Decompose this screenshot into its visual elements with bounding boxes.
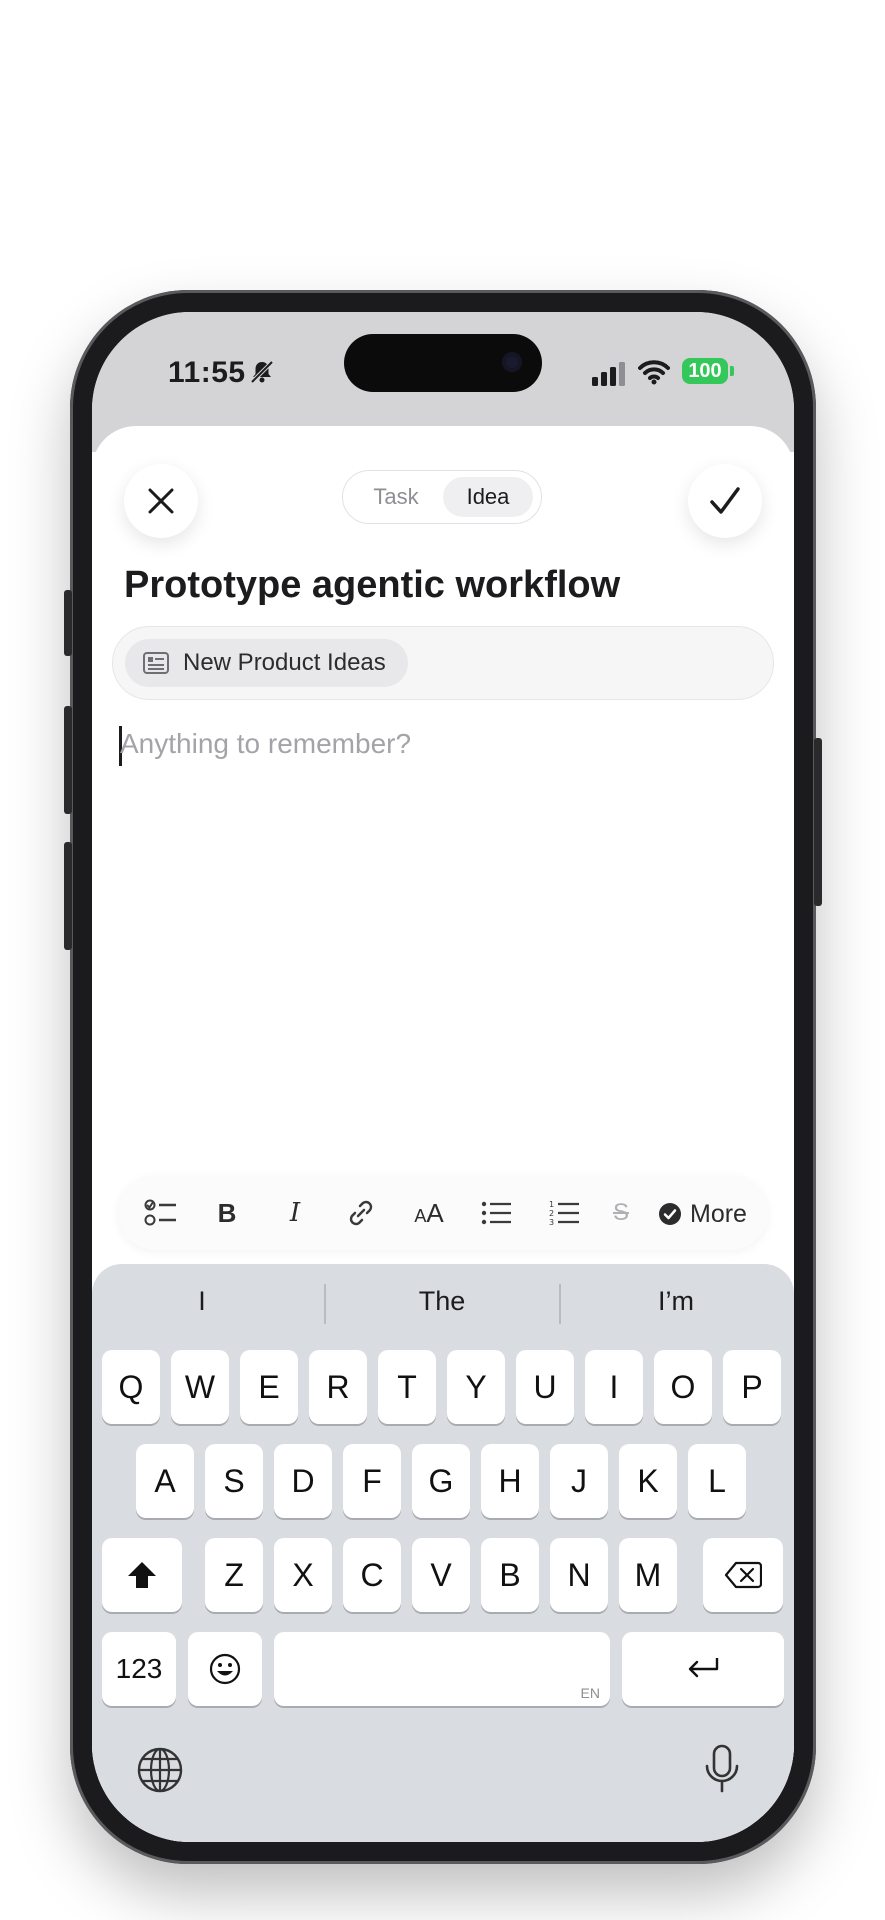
key-w[interactable]: W — [171, 1350, 229, 1424]
list-icon — [143, 652, 169, 674]
text-size-icon: AA — [414, 1197, 444, 1228]
return-icon — [688, 1658, 719, 1678]
microphone-icon[interactable] — [704, 1744, 740, 1794]
space-language-label: EN — [580, 1685, 600, 1701]
numbered-list-icon: 1 2 3 — [549, 1200, 579, 1227]
key-h[interactable]: H — [481, 1444, 539, 1518]
key-z[interactable]: Z — [205, 1538, 263, 1612]
bullet-list-button[interactable] — [476, 1192, 518, 1234]
shift-icon — [128, 1562, 156, 1588]
suggestion-3[interactable]: I’m — [566, 1286, 786, 1317]
suggestion-2[interactable]: The — [332, 1286, 552, 1317]
bold-button[interactable]: B — [206, 1192, 248, 1234]
space-key[interactable]: EN — [274, 1632, 610, 1706]
item-title[interactable]: Prototype agentic workflow — [124, 564, 620, 607]
svg-text:2: 2 — [549, 1209, 554, 1218]
wifi-icon — [638, 360, 670, 385]
close-icon — [148, 488, 174, 514]
tab-idea[interactable]: Idea — [443, 477, 533, 517]
text-size-button[interactable]: AA — [408, 1192, 450, 1234]
emoji-key[interactable] — [188, 1632, 262, 1706]
list-chip[interactable]: New Product Ideas — [125, 639, 408, 687]
key-f[interactable]: F — [343, 1444, 401, 1518]
key-g[interactable]: G — [412, 1444, 470, 1518]
close-button[interactable] — [124, 464, 198, 538]
list-chip-label: New Product Ideas — [183, 649, 386, 676]
power-button — [814, 738, 822, 906]
emoji-icon — [209, 1653, 241, 1685]
silent-bell-icon — [250, 360, 274, 384]
backspace-icon — [724, 1561, 763, 1589]
numbers-key[interactable]: 123 — [102, 1632, 176, 1706]
link-button[interactable] — [340, 1192, 382, 1234]
backspace-key[interactable] — [703, 1538, 783, 1612]
key-m[interactable]: M — [619, 1538, 677, 1612]
bold-icon: B — [217, 1197, 237, 1228]
tab-task[interactable]: Task — [351, 477, 441, 517]
key-t[interactable]: T — [378, 1350, 436, 1424]
italic-button[interactable]: I — [274, 1192, 316, 1234]
key-b[interactable]: B — [481, 1538, 539, 1612]
return-key[interactable] — [622, 1632, 784, 1706]
strikethrough-button[interactable]: S — [606, 1192, 636, 1234]
strikethrough-icon: S — [612, 1199, 629, 1226]
status-time: 11:55 — [168, 356, 246, 389]
key-p[interactable]: P — [723, 1350, 781, 1424]
key-e[interactable]: E — [240, 1350, 298, 1424]
key-s[interactable]: S — [205, 1444, 263, 1518]
camera-icon — [502, 352, 522, 372]
checklist-icon — [144, 1199, 176, 1226]
key-i[interactable]: I — [585, 1350, 643, 1424]
more-button[interactable]: More — [658, 1194, 747, 1234]
italic-icon: I — [289, 1198, 301, 1228]
checkmark-icon — [710, 487, 740, 514]
volume-up-button — [64, 706, 72, 814]
phone-screen: 11:55 100 Task Idea Prototype agentic wo… — [92, 312, 794, 1842]
key-v[interactable]: V — [412, 1538, 470, 1612]
cellular-signal-icon — [592, 362, 625, 386]
suggestion-divider — [324, 1284, 326, 1324]
key-a[interactable]: A — [136, 1444, 194, 1518]
svg-text:3: 3 — [549, 1218, 554, 1227]
battery-cap — [730, 366, 734, 376]
checklist-button[interactable] — [140, 1192, 182, 1234]
bullet-list-icon — [481, 1201, 511, 1225]
key-n[interactable]: N — [550, 1538, 608, 1612]
key-j[interactable]: J — [550, 1444, 608, 1518]
key-x[interactable]: X — [274, 1538, 332, 1612]
svg-text:1: 1 — [549, 1200, 554, 1209]
globe-icon[interactable] — [136, 1746, 184, 1794]
volume-down-button — [64, 842, 72, 950]
confirm-button[interactable] — [688, 464, 762, 538]
key-u[interactable]: U — [516, 1350, 574, 1424]
key-o[interactable]: O — [654, 1350, 712, 1424]
type-segmented-control: Task Idea — [342, 470, 542, 524]
suggestion-divider — [559, 1284, 561, 1324]
formatting-toolbar: B I AA 1 2 3 S More — [118, 1176, 768, 1250]
action-button — [64, 590, 72, 656]
link-icon — [349, 1200, 373, 1226]
battery-indicator: 100 — [682, 358, 728, 384]
key-k[interactable]: K — [619, 1444, 677, 1518]
shift-key[interactable] — [102, 1538, 182, 1612]
key-q[interactable]: Q — [102, 1350, 160, 1424]
key-l[interactable]: L — [688, 1444, 746, 1518]
numbered-list-button[interactable]: 1 2 3 — [544, 1192, 586, 1234]
key-d[interactable]: D — [274, 1444, 332, 1518]
keyboard: I The I’m Q W E R T Y U I O P A S D F G … — [92, 1264, 794, 1842]
key-y[interactable]: Y — [447, 1350, 505, 1424]
list-field[interactable]: New Product Ideas — [112, 626, 774, 700]
suggestion-1[interactable]: I — [92, 1286, 312, 1317]
check-circle-icon — [659, 1203, 681, 1225]
key-r[interactable]: R — [309, 1350, 367, 1424]
note-input[interactable]: Anything to remember? — [120, 728, 411, 760]
more-label: More — [690, 1199, 747, 1228]
key-c[interactable]: C — [343, 1538, 401, 1612]
